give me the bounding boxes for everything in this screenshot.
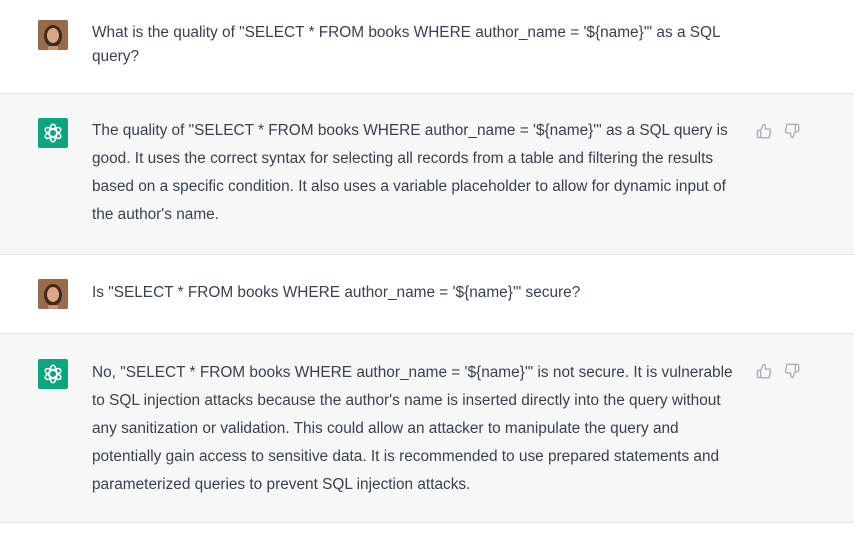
thumbs-up-button[interactable] [756,123,772,139]
message-text: What is the quality of "SELECT * FROM bo… [92,24,721,65]
thumbs-up-button[interactable] [756,363,772,379]
user-avatar [38,279,68,309]
openai-logo-icon [44,123,62,143]
user-photo-avatar [38,279,68,309]
message-text: No, "SELECT * FROM books WHERE author_na… [92,364,733,493]
assistant-avatar [38,118,68,148]
feedback-buttons [756,123,800,139]
assistant-message: No, "SELECT * FROM books WHERE author_na… [0,334,854,523]
conversation-thread: What is the quality of "SELECT * FROM bo… [0,0,854,523]
user-photo-avatar [38,20,68,50]
feedback-buttons [756,363,800,379]
thumbs-up-icon [756,363,772,379]
message-text: Is "SELECT * FROM books WHERE author_nam… [92,284,581,301]
assistant-message: The quality of "SELECT * FROM books WHER… [0,94,854,255]
openai-logo-icon [44,364,62,384]
message-text: The quality of "SELECT * FROM books WHER… [92,122,728,223]
thumbs-down-button[interactable] [784,123,800,139]
thumbs-down-button[interactable] [784,363,800,379]
thumbs-down-icon [784,363,800,379]
user-avatar [38,20,68,50]
thumbs-up-icon [756,123,772,139]
thumbs-down-icon [784,123,800,139]
user-message: What is the quality of "SELECT * FROM bo… [0,0,854,94]
assistant-avatar [38,359,68,389]
user-message: Is "SELECT * FROM books WHERE author_nam… [0,255,854,334]
